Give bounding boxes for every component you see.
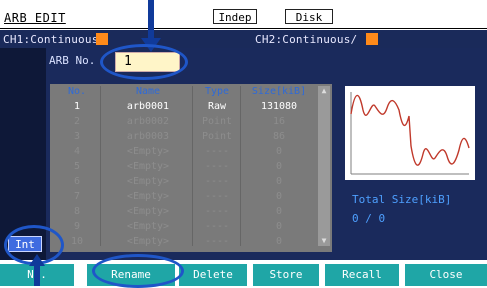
table-header-size: Size[kiB] (251, 86, 307, 97)
header-divider (0, 28, 487, 29)
table-column-divider (240, 86, 241, 246)
arb-number-label: ARB No. (49, 54, 96, 67)
table-cell-no[interactable]: 5 (54, 161, 100, 173)
table-cell-size[interactable]: 0 (242, 176, 316, 188)
table-cell-type[interactable]: ---- (195, 206, 239, 218)
waveform-trace (350, 94, 470, 166)
table-cell-type[interactable]: Point (195, 116, 239, 128)
table-cell-name[interactable]: <Empty> (104, 161, 192, 173)
table-cell-no[interactable]: 2 (54, 116, 100, 128)
total-size-label: Total Size[kiB] (352, 193, 452, 206)
table-cell-no[interactable]: 7 (54, 191, 100, 203)
table-cell-name[interactable]: <Empty> (104, 191, 192, 203)
table-cell-type[interactable]: Point (195, 131, 239, 143)
table-cell-type[interactable]: ---- (195, 161, 239, 173)
ch1-status: CH1:Continuous/ (3, 33, 106, 46)
table-cell-type[interactable]: ---- (195, 146, 239, 158)
table-cell-size[interactable]: 16 (242, 116, 316, 128)
annotation-ring-rename (92, 254, 184, 288)
total-size-value: 0 / 0 (352, 212, 386, 225)
table-cell-type[interactable]: ---- (195, 236, 239, 248)
screen-title: ARB EDIT (4, 11, 66, 25)
waveform-preview-graph (350, 92, 470, 175)
table-cell-name[interactable]: arb0003 (104, 131, 192, 143)
table-cell-size[interactable]: 0 (242, 206, 316, 218)
table-column-divider (192, 86, 193, 246)
indep-indicator: Indep (213, 9, 257, 24)
table-cell-type[interactable]: ---- (195, 191, 239, 203)
table-cell-name[interactable]: arb0001 (104, 101, 192, 113)
table-header-name: Name (135, 86, 161, 97)
softkey-store[interactable]: Store (253, 264, 319, 286)
table-column-divider (100, 86, 101, 246)
table-cell-name[interactable]: arb0002 (104, 116, 192, 128)
waveform-preview (345, 86, 475, 180)
table-cell-name[interactable]: <Empty> (104, 146, 192, 158)
scroll-down-icon[interactable]: ▼ (318, 236, 330, 246)
table-cell-size[interactable]: 0 (242, 221, 316, 233)
softkey-close[interactable]: Close (405, 264, 487, 286)
ch1-marker (96, 33, 108, 45)
softkey-recall[interactable]: Recall (325, 264, 399, 286)
table-cell-size[interactable]: 0 (242, 161, 316, 173)
table-cell-size[interactable]: 86 (242, 131, 316, 143)
table-cell-no[interactable]: 9 (54, 221, 100, 233)
table-cell-size[interactable]: 131080 (242, 101, 316, 113)
table-cell-size[interactable]: 0 (242, 146, 316, 158)
arb-edit-screen: ARB EDIT Indep Disk CH1:Continuous/ CH2:… (0, 0, 487, 288)
table-cell-name[interactable]: <Empty> (104, 221, 192, 233)
annotation-arrow-bottom-head (29, 254, 45, 266)
table-header-type: Type (204, 86, 230, 97)
table-cell-no[interactable]: 8 (54, 206, 100, 218)
table-cell-no[interactable]: 6 (54, 176, 100, 188)
softkey-delete[interactable]: Delete (179, 264, 247, 286)
table-cell-type[interactable]: ---- (195, 176, 239, 188)
table-cell-name[interactable]: <Empty> (104, 176, 192, 188)
table-header-no: No. (67, 86, 87, 97)
table-scrollbar[interactable] (318, 86, 330, 246)
table-cell-no[interactable]: 4 (54, 146, 100, 158)
table-cell-no[interactable]: 3 (54, 131, 100, 143)
disk-indicator: Disk (285, 9, 333, 24)
annotation-ring-arb-number (100, 44, 188, 80)
table-cell-type[interactable]: Raw (195, 101, 239, 113)
table-cell-size[interactable]: 0 (242, 191, 316, 203)
table-cell-no[interactable]: 1 (54, 101, 100, 113)
table-cell-type[interactable]: ---- (195, 221, 239, 233)
ch2-marker (366, 33, 378, 45)
table-cell-name[interactable]: <Empty> (104, 206, 192, 218)
table-cell-size[interactable]: 0 (242, 236, 316, 248)
ch2-status: CH2:Continuous/ (255, 33, 358, 46)
scroll-up-icon[interactable]: ▲ (318, 86, 330, 96)
table-cell-name[interactable]: <Empty> (104, 236, 192, 248)
